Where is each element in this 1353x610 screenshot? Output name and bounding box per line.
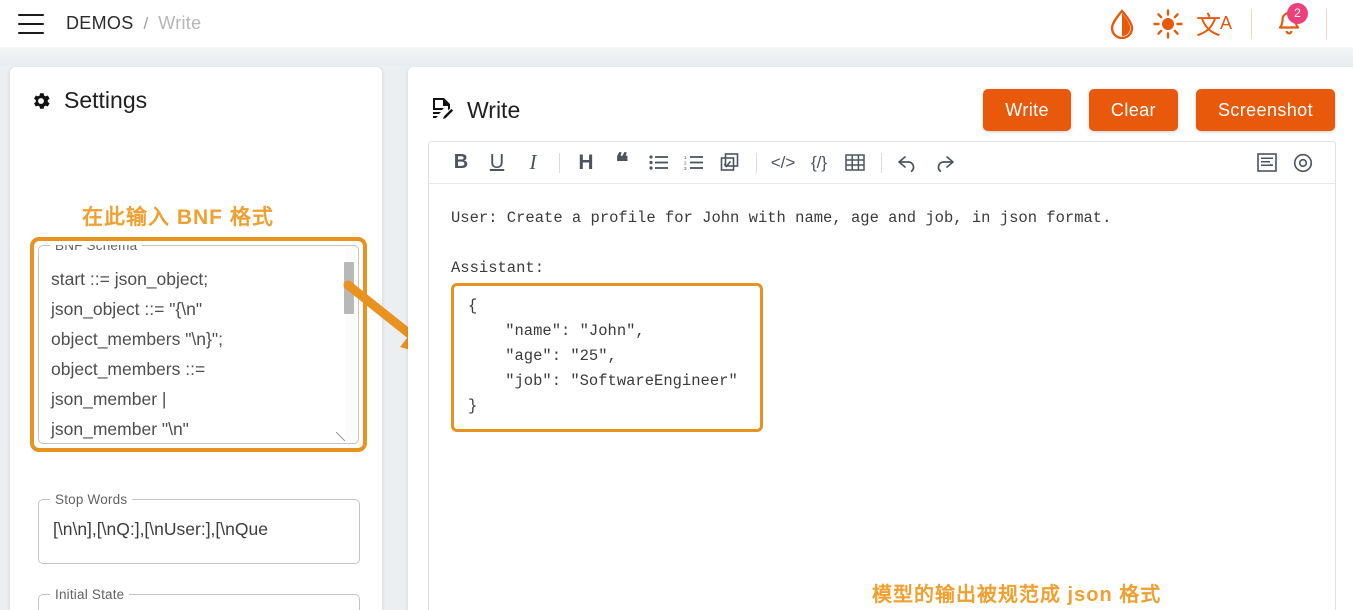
resize-handle[interactable] xyxy=(336,432,345,441)
divider xyxy=(1326,9,1327,39)
write-actions: Write Clear Screenshot xyxy=(983,89,1335,131)
contrast-droplet-icon[interactable] xyxy=(1099,1,1145,47)
breadcrumb-root[interactable]: DEMOS xyxy=(66,13,134,34)
hamburger-menu-icon[interactable] xyxy=(18,14,44,34)
write-panel: Write Write Clear Screenshot B U I H ❝ xyxy=(408,67,1353,610)
redo-icon[interactable] xyxy=(926,145,962,181)
notification-badge: 2 xyxy=(1287,3,1308,24)
svg-text:1: 1 xyxy=(684,155,687,160)
write-button[interactable]: Write xyxy=(983,89,1071,131)
bnf-scrollbar-track[interactable] xyxy=(346,248,356,441)
json-line: } xyxy=(468,394,738,419)
svg-text:3: 3 xyxy=(684,166,687,170)
page-body: Settings 在此输入 BNF 格式 BNF Schema start ::… xyxy=(0,47,1353,610)
editor-content[interactable]: User: Create a profile for John with nam… xyxy=(429,184,1335,432)
bold-icon[interactable]: B xyxy=(443,145,479,181)
gear-icon xyxy=(30,90,52,112)
bullet-list-icon[interactable] xyxy=(640,145,676,181)
svg-text:2: 2 xyxy=(684,161,687,166)
toolbar-separator xyxy=(559,153,560,173)
assistant-label: Assistant: xyxy=(451,256,1313,281)
preview-eye-icon[interactable] xyxy=(1285,145,1321,181)
stop-words-field[interactable]: Stop Words [\n\n],[\nQ:],[\nUser:],[\nQu… xyxy=(38,499,360,564)
breadcrumb-current: Write xyxy=(158,13,201,34)
bnf-scrollbar-thumb[interactable] xyxy=(344,262,354,314)
json-line: "job": "SoftwareEngineer" xyxy=(468,369,738,394)
undo-icon[interactable] xyxy=(890,145,926,181)
bnf-schema-legend: BNF Schema xyxy=(50,245,142,253)
body-top-gradient xyxy=(0,47,1353,65)
app-bar: DEMOS / Write 文A xyxy=(0,0,1353,47)
quote-icon[interactable]: ❝ xyxy=(604,145,640,181)
editor-toolbar: B U I H ❝ 1 2 3 xyxy=(429,142,1335,184)
inline-code-icon[interactable]: {/} xyxy=(801,145,837,181)
json-line: "name": "John", xyxy=(468,319,738,344)
initial-state-legend: Initial State xyxy=(50,587,129,602)
document-view-icon[interactable] xyxy=(1249,145,1285,181)
json-output-annotation-label: 模型的输出被规范成 json 格式 xyxy=(872,578,1161,607)
translate-language-icon[interactable]: 文A xyxy=(1191,1,1237,47)
json-output-highlight: { "name": "John", "age": "25", "job": "S… xyxy=(451,283,763,432)
bnf-schema-highlight: BNF Schema start ::= json_object; json_o… xyxy=(30,237,367,452)
write-header: Write Write Clear Screenshot xyxy=(408,67,1353,131)
task-list-icon[interactable] xyxy=(712,145,748,181)
write-document-icon xyxy=(430,97,454,123)
bnf-schema-value: start ::= json_object; json_object ::= "… xyxy=(51,264,336,444)
bnf-schema-field[interactable]: BNF Schema start ::= json_object; json_o… xyxy=(38,245,359,444)
app-bar-actions: 文A 2 xyxy=(1099,0,1353,47)
settings-panel: Settings 在此输入 BNF 格式 BNF Schema start ::… xyxy=(10,67,382,610)
breadcrumb: DEMOS / Write xyxy=(66,13,201,34)
notification-bell-icon[interactable]: 2 xyxy=(1266,1,1312,47)
divider xyxy=(1251,9,1252,39)
json-line: "age": "25", xyxy=(468,344,738,369)
editor-container: B U I H ❝ 1 2 3 xyxy=(428,141,1336,610)
italic-icon[interactable]: I xyxy=(515,145,551,181)
settings-header: Settings xyxy=(10,67,382,114)
bnf-annotation-label: 在此输入 BNF 格式 xyxy=(82,201,274,231)
code-block-icon[interactable]: </> xyxy=(765,145,801,181)
clear-button[interactable]: Clear xyxy=(1089,89,1178,131)
table-icon[interactable] xyxy=(837,145,873,181)
json-line: { xyxy=(468,294,738,319)
toolbar-separator xyxy=(756,153,757,173)
stop-words-legend: Stop Words xyxy=(50,492,132,507)
initial-state-field[interactable]: Initial State xyxy=(38,594,360,610)
heading-icon[interactable]: H xyxy=(568,145,604,181)
sun-light-mode-icon[interactable] xyxy=(1145,1,1191,47)
screenshot-button[interactable]: Screenshot xyxy=(1196,89,1335,131)
user-prompt-line: User: Create a profile for John with nam… xyxy=(451,206,1313,231)
underline-icon[interactable]: U xyxy=(479,145,515,181)
stop-words-value: [\n\n],[\nQ:],[\nUser:],[\nQue xyxy=(53,519,268,540)
toolbar-separator xyxy=(881,153,882,173)
breadcrumb-separator: / xyxy=(144,14,149,34)
blank-line xyxy=(451,231,1313,256)
numbered-list-icon[interactable]: 1 2 3 xyxy=(676,145,712,181)
settings-title: Settings xyxy=(64,87,147,114)
write-title: Write xyxy=(467,97,520,124)
